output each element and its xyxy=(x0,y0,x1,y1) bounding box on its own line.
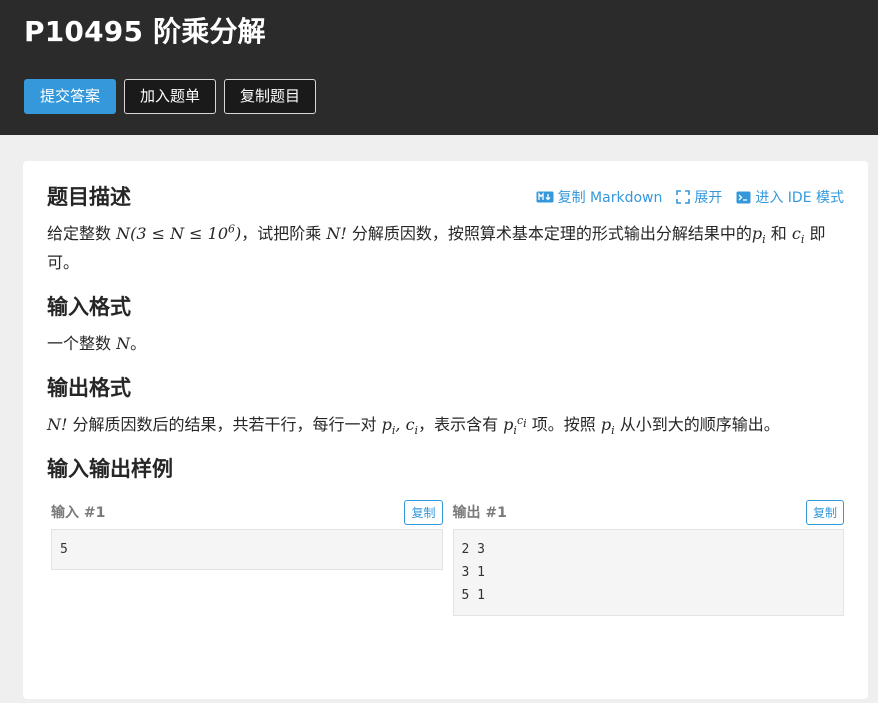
copy-output-button[interactable]: 复制 xyxy=(805,499,844,525)
code-line: 5 1 xyxy=(461,588,485,603)
expand-icon xyxy=(676,190,691,204)
copy-markdown-label: 复制 Markdown xyxy=(557,190,663,206)
problem-title: P10495 阶乘分解 xyxy=(24,15,266,48)
problem-card: 题目描述 复制 Markdown 展开 进入 IDE 模式 给定整数 N(3 ≤… xyxy=(23,161,868,699)
markdown-icon xyxy=(536,191,554,203)
problem-header: P10495 阶乘分解 提交答案 加入题单 复制题目 xyxy=(0,0,878,135)
copy-markdown-link[interactable]: 复制 Markdown xyxy=(536,187,663,207)
sample-output-label: 输出 #1 xyxy=(452,505,507,521)
action-bar: 提交答案 加入题单 复制题目 xyxy=(24,79,854,114)
copy-input-button[interactable]: 复制 xyxy=(404,499,443,525)
expand-link[interactable]: 展开 xyxy=(676,187,722,207)
input-format-text: 一个整数 N。 xyxy=(47,334,147,353)
description-heading: 题目描述 xyxy=(47,185,131,209)
terminal-icon xyxy=(736,191,751,204)
output-format-text: N! 分解质因数后的结果，共若干行，每行一对 pi, ci，表示含有 pici … xyxy=(47,413,780,438)
sample-input-label: 输入 #1 xyxy=(51,505,106,521)
code-line: 3 1 xyxy=(461,565,485,580)
samples-heading: 输入输出样例 xyxy=(47,457,173,481)
sample-output: 输出 #1 复制 2 3 3 1 5 1 xyxy=(452,499,844,616)
copy-problem-button[interactable]: 复制题目 xyxy=(224,79,317,114)
sample-output-code[interactable]: 2 3 3 1 5 1 xyxy=(452,529,844,616)
output-format-heading: 输出格式 xyxy=(47,376,131,400)
sample-input-code[interactable]: 5 xyxy=(51,529,443,570)
expand-label: 展开 xyxy=(694,190,723,206)
input-format-heading: 输入格式 xyxy=(47,295,131,319)
description-header: 题目描述 复制 Markdown 展开 进入 IDE 模式 xyxy=(47,183,844,211)
toolbar: 复制 Markdown 展开 进入 IDE 模式 xyxy=(536,187,844,207)
samples-area: 输入 #1 复制 5 输出 #1 复制 2 3 3 1 5 1 xyxy=(47,499,844,616)
add-to-list-button[interactable]: 加入题单 xyxy=(124,79,217,114)
code-line: 5 xyxy=(60,542,68,557)
ide-mode-link[interactable]: 进入 IDE 模式 xyxy=(736,187,844,207)
description-text: 给定整数 N(3 ≤ N ≤ 106)，试把阶乘 N! 分解质因数，按照算术基本… xyxy=(47,222,826,272)
code-line: 2 3 xyxy=(461,542,485,557)
ide-mode-label: 进入 IDE 模式 xyxy=(755,190,844,206)
submit-button[interactable]: 提交答案 xyxy=(24,79,117,114)
sample-input: 输入 #1 复制 5 xyxy=(51,499,443,616)
